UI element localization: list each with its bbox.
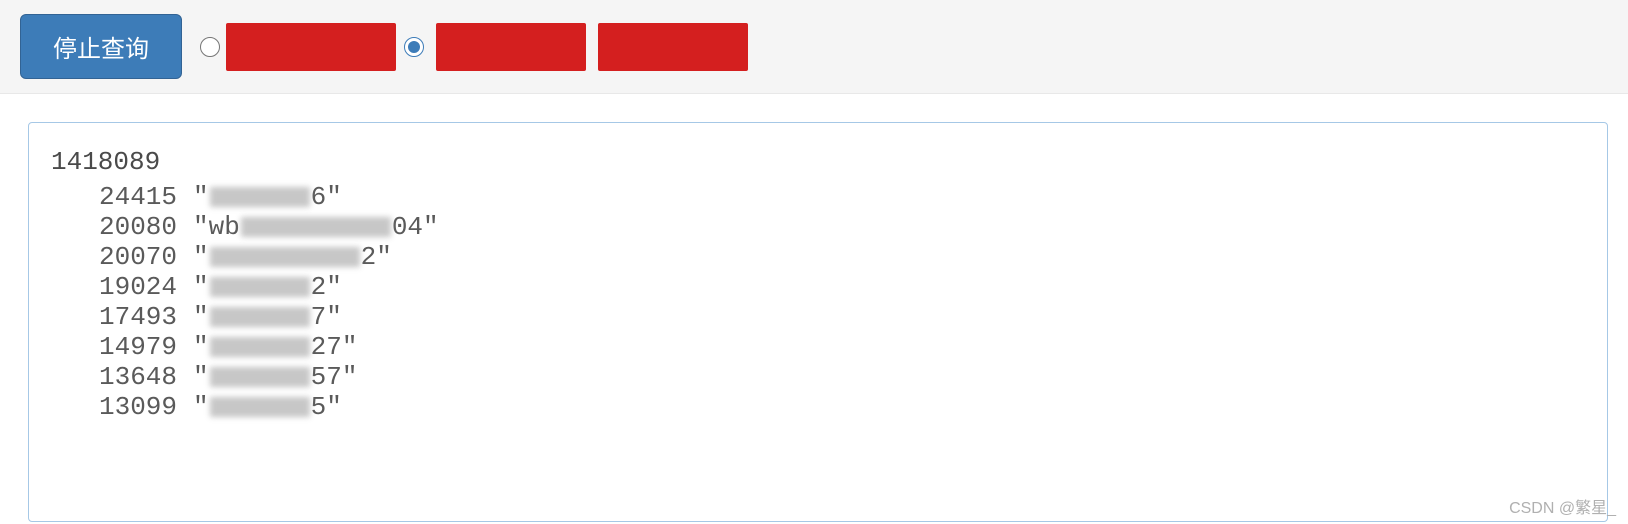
- output-row: 20080 "wb04": [51, 212, 1585, 242]
- row-count: 14979: [87, 332, 177, 362]
- output-row: 14979 "27": [51, 332, 1585, 362]
- row-count: 13648: [87, 362, 177, 392]
- output-row: 17493 "7": [51, 302, 1585, 332]
- redacted-option-label-3: [598, 23, 748, 71]
- output-total: 1418089: [51, 143, 1585, 182]
- row-value: "27": [193, 332, 357, 362]
- row-count: 20080: [87, 212, 177, 242]
- output-panel: 1418089 24415"6"20080"wb04"20070"2"19024…: [28, 122, 1608, 522]
- redacted-option-label-2: [436, 23, 586, 71]
- row-count: 13099: [87, 392, 177, 422]
- output-row: 24415 "6": [51, 182, 1585, 212]
- radio-group: [200, 23, 748, 71]
- pixelated-mask: [210, 187, 310, 207]
- output-row: 13648 "57": [51, 362, 1585, 392]
- radio-input-1[interactable]: [200, 37, 220, 57]
- row-value: "5": [193, 392, 342, 422]
- pixelated-mask: [210, 367, 310, 387]
- watermark: CSDN @繁星_: [1509, 494, 1616, 518]
- radio-input-2[interactable]: [404, 37, 424, 57]
- row-value: "7": [193, 302, 342, 332]
- row-value: "6": [193, 182, 342, 212]
- row-count: 19024: [87, 272, 177, 302]
- pixelated-mask: [210, 307, 310, 327]
- row-value: "2": [193, 242, 392, 272]
- pixelated-mask: [210, 277, 310, 297]
- row-value: "wb04": [193, 212, 439, 242]
- radio-option-2[interactable]: [404, 23, 748, 71]
- output-row: 19024 "2": [51, 272, 1585, 302]
- row-count: 17493: [87, 302, 177, 332]
- pixelated-mask: [210, 247, 360, 267]
- row-value: "2": [193, 272, 342, 302]
- pixelated-mask: [210, 337, 310, 357]
- redacted-option-label-1: [226, 23, 396, 71]
- pixelated-mask: [241, 217, 391, 237]
- stop-query-button[interactable]: 停止查询: [20, 14, 182, 79]
- row-value: "57": [193, 362, 357, 392]
- toolbar: 停止查询: [0, 0, 1628, 94]
- pixelated-mask: [210, 397, 310, 417]
- output-row: 13099 "5": [51, 392, 1585, 422]
- radio-option-1[interactable]: [200, 23, 396, 71]
- output-row: 20070 "2": [51, 242, 1585, 272]
- row-count: 24415: [87, 182, 177, 212]
- row-count: 20070: [87, 242, 177, 272]
